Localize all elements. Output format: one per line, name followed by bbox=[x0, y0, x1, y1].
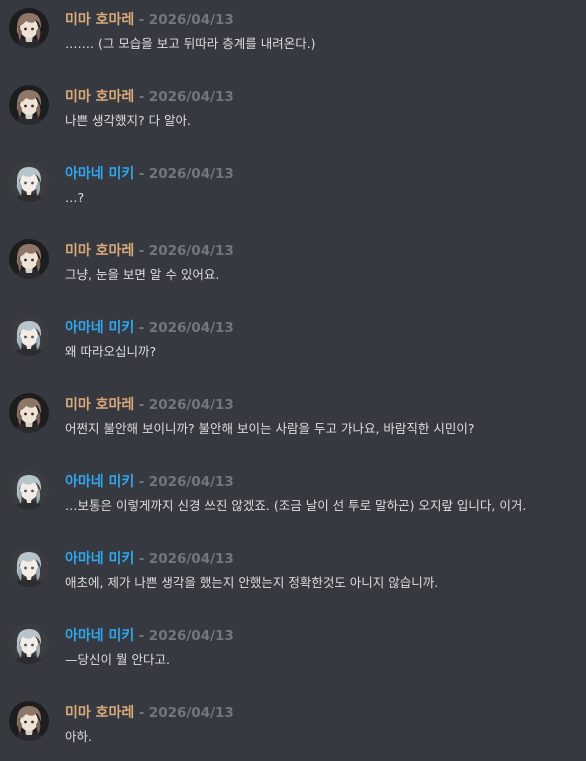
author-name[interactable]: 아마네 미키 bbox=[65, 474, 134, 490]
message: 아마네 미키 - 2026/04/13 애초에, 제가 나쁜 생각을 했는지 안… bbox=[0, 547, 586, 607]
message-header: 미마 호마레 - 2026/04/13 bbox=[65, 396, 234, 414]
separator: - bbox=[138, 320, 145, 336]
message-text: 아하. bbox=[65, 729, 92, 744]
silver-haired-character-avatar[interactable] bbox=[9, 547, 49, 587]
message-header: 아마네 미키 - 2026/04/13 bbox=[65, 473, 234, 491]
silver-haired-character-avatar[interactable] bbox=[9, 162, 49, 202]
message-text: …보통은 이렇게까지 신경 쓰진 않겠죠. (조금 날이 선 투로 말하곤) 오… bbox=[65, 498, 527, 513]
author-name[interactable]: 미마 호마레 bbox=[65, 705, 134, 721]
message: 아마네 미키 - 2026/04/13 —당신이 뭘 안다고. bbox=[0, 624, 586, 684]
message-header: 아마네 미키 - 2026/04/13 bbox=[65, 627, 234, 645]
author-name[interactable]: 아마네 미키 bbox=[65, 628, 134, 644]
separator: - bbox=[138, 397, 145, 413]
timestamp: 2026/04/13 bbox=[148, 551, 234, 567]
message-text: 애초에, 제가 나쁜 생각을 했는지 안했는지 정확한것도 아니지 않습니까. bbox=[65, 575, 439, 590]
message: 미마 호마레 - 2026/04/13 그냥, 눈을 보면 알 수 있어요. bbox=[0, 239, 586, 299]
author-name[interactable]: 아마네 미키 bbox=[65, 166, 134, 182]
message-header: 미마 호마레 - 2026/04/13 bbox=[65, 704, 234, 722]
separator: - bbox=[138, 551, 145, 567]
message: 미마 호마레 - 2026/04/13 ……. (그 모습을 보고 뒤따라 층계… bbox=[0, 8, 586, 68]
brown-haired-character-avatar[interactable] bbox=[9, 8, 49, 48]
silver-haired-character-avatar[interactable] bbox=[9, 624, 49, 664]
author-name[interactable]: 미마 호마레 bbox=[65, 89, 134, 105]
message-text: …? bbox=[65, 190, 85, 205]
timestamp: 2026/04/13 bbox=[148, 474, 234, 490]
message-text: 나쁜 생각했지? 다 알아. bbox=[65, 113, 192, 128]
separator: - bbox=[138, 166, 145, 182]
message-header: 미마 호마레 - 2026/04/13 bbox=[65, 88, 234, 106]
author-name[interactable]: 미마 호마레 bbox=[65, 12, 134, 28]
message-header: 아마네 미키 - 2026/04/13 bbox=[65, 319, 234, 337]
separator: - bbox=[138, 243, 145, 259]
message-text: 그냥, 눈을 보면 알 수 있어요. bbox=[65, 267, 220, 282]
message-text: ……. (그 모습을 보고 뒤따라 층계를 내려온다.) bbox=[65, 36, 316, 51]
timestamp: 2026/04/13 bbox=[148, 12, 234, 28]
message: 미마 호마레 - 2026/04/13 나쁜 생각했지? 다 알아. bbox=[0, 85, 586, 145]
author-name[interactable]: 아마네 미키 bbox=[65, 320, 134, 336]
message-text: 왜 따라오십니까? bbox=[65, 344, 157, 359]
message: 아마네 미키 - 2026/04/13 …? bbox=[0, 162, 586, 222]
message: 미마 호마레 - 2026/04/13 아하. bbox=[0, 701, 586, 761]
message-header: 미마 호마레 - 2026/04/13 bbox=[65, 242, 234, 260]
brown-haired-character-avatar[interactable] bbox=[9, 393, 49, 433]
separator: - bbox=[138, 628, 145, 644]
chat-log: 미마 호마레 - 2026/04/13 ……. (그 모습을 보고 뒤따라 층계… bbox=[0, 0, 586, 752]
timestamp: 2026/04/13 bbox=[148, 89, 234, 105]
separator: - bbox=[138, 12, 145, 28]
separator: - bbox=[138, 89, 145, 105]
separator: - bbox=[138, 474, 145, 490]
brown-haired-character-avatar[interactable] bbox=[9, 85, 49, 125]
message-header: 아마네 미키 - 2026/04/13 bbox=[65, 550, 234, 568]
message: 미마 호마레 - 2026/04/13 어쩐지 불안해 보이니까? 불안해 보이… bbox=[0, 393, 586, 453]
timestamp: 2026/04/13 bbox=[148, 397, 234, 413]
message: 아마네 미키 - 2026/04/13 왜 따라오십니까? bbox=[0, 316, 586, 376]
author-name[interactable]: 미마 호마레 bbox=[65, 397, 134, 413]
timestamp: 2026/04/13 bbox=[148, 320, 234, 336]
message-header: 아마네 미키 - 2026/04/13 bbox=[65, 165, 234, 183]
brown-haired-character-avatar[interactable] bbox=[9, 239, 49, 279]
message-text: —당신이 뭘 안다고. bbox=[65, 652, 170, 667]
message-text: 어쩐지 불안해 보이니까? 불안해 보이는 사람을 두고 가나요, 바람직한 시… bbox=[65, 421, 475, 436]
timestamp: 2026/04/13 bbox=[148, 628, 234, 644]
separator: - bbox=[138, 705, 145, 721]
author-name[interactable]: 미마 호마레 bbox=[65, 243, 134, 259]
silver-haired-character-avatar[interactable] bbox=[9, 470, 49, 510]
timestamp: 2026/04/13 bbox=[148, 166, 234, 182]
author-name[interactable]: 아마네 미키 bbox=[65, 551, 134, 567]
message: 아마네 미키 - 2026/04/13 …보통은 이렇게까지 신경 쓰진 않겠죠… bbox=[0, 470, 586, 530]
silver-haired-character-avatar[interactable] bbox=[9, 316, 49, 356]
brown-haired-character-avatar[interactable] bbox=[9, 701, 49, 741]
timestamp: 2026/04/13 bbox=[148, 243, 234, 259]
timestamp: 2026/04/13 bbox=[148, 705, 234, 721]
message-header: 미마 호마레 - 2026/04/13 bbox=[65, 11, 234, 29]
